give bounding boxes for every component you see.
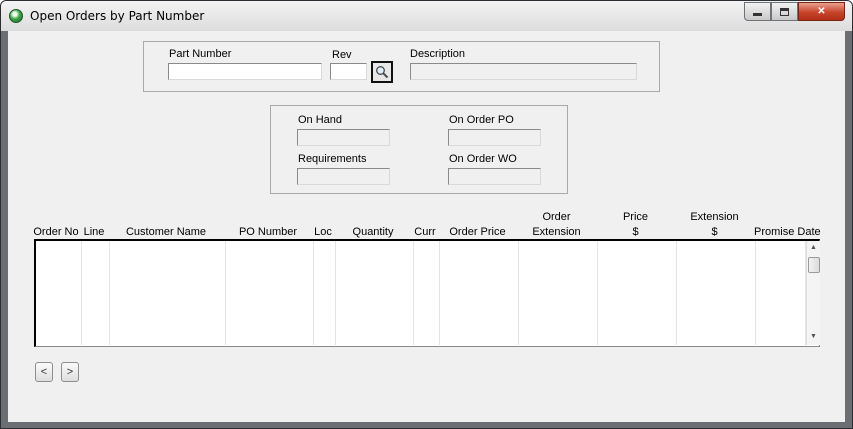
grid-column bbox=[336, 241, 414, 345]
description-field bbox=[410, 63, 637, 80]
close-button[interactable]: ✕ bbox=[798, 2, 845, 21]
requirements-field bbox=[297, 168, 390, 185]
grid-column bbox=[36, 241, 82, 345]
grid-column bbox=[314, 241, 336, 345]
part-number-input[interactable] bbox=[168, 63, 322, 80]
column-header[interactable]: Customer Name bbox=[108, 225, 224, 240]
maximize-button[interactable] bbox=[771, 2, 798, 21]
maximize-icon bbox=[780, 7, 789, 16]
description-label: Description bbox=[410, 48, 466, 60]
column-header[interactable]: Extension $ bbox=[675, 210, 754, 240]
title-bar[interactable]: Open Orders by Part Number ✕ bbox=[1, 1, 852, 31]
on-order-po-label: On Order PO bbox=[449, 114, 514, 126]
grid-column bbox=[677, 241, 756, 345]
scrollbar-thumb[interactable] bbox=[808, 257, 820, 273]
part-search-button[interactable] bbox=[371, 61, 393, 83]
stock-group: On Hand On Order PO Requirements On Orde… bbox=[270, 105, 568, 194]
column-header[interactable]: Loc bbox=[312, 225, 334, 240]
minimize-button[interactable] bbox=[744, 2, 771, 21]
previous-page-button[interactable]: < bbox=[35, 362, 53, 382]
orders-table[interactable]: ▲ ▼ bbox=[34, 239, 820, 347]
vertical-scrollbar[interactable]: ▲ ▼ bbox=[806, 241, 820, 345]
grid-column bbox=[82, 241, 110, 345]
column-header[interactable]: Price $ bbox=[596, 210, 675, 240]
column-header[interactable]: Order Extension bbox=[517, 210, 596, 240]
minimize-icon bbox=[753, 13, 762, 16]
next-page-button[interactable]: > bbox=[61, 362, 79, 382]
rev-label: Rev bbox=[332, 49, 352, 61]
grid-column bbox=[226, 241, 314, 345]
on-hand-field bbox=[297, 129, 390, 146]
globe-icon[interactable] bbox=[9, 9, 23, 23]
on-hand-label: On Hand bbox=[298, 114, 343, 126]
grid-column bbox=[519, 241, 598, 345]
column-header[interactable]: Curr bbox=[412, 225, 438, 240]
app-window: Open Orders by Part Number ✕ Part Number… bbox=[0, 0, 853, 429]
scroll-up-icon[interactable]: ▲ bbox=[810, 244, 817, 251]
part-number-label: Part Number bbox=[169, 48, 232, 60]
close-icon: ✕ bbox=[817, 6, 826, 17]
column-header[interactable]: Order Price bbox=[438, 225, 517, 240]
column-header[interactable]: PO Number bbox=[224, 225, 312, 240]
grid-column bbox=[110, 241, 226, 345]
window-title: Open Orders by Part Number bbox=[30, 9, 205, 23]
rev-input[interactable] bbox=[330, 63, 367, 80]
grid-column bbox=[440, 241, 519, 345]
grid-column bbox=[598, 241, 677, 345]
requirements-label: Requirements bbox=[298, 153, 367, 165]
magnifier-icon bbox=[376, 66, 389, 79]
grid-column bbox=[756, 241, 806, 345]
window-client-area: Part Number Rev Description On Hand On O… bbox=[8, 31, 845, 422]
column-header[interactable]: Quantity bbox=[334, 225, 412, 240]
part-group: Part Number Rev Description bbox=[143, 41, 660, 92]
on-order-po-field bbox=[448, 129, 541, 146]
column-header[interactable]: Promise Date bbox=[754, 225, 821, 240]
on-order-wo-label: On Order WO bbox=[449, 153, 517, 165]
scroll-down-icon[interactable]: ▼ bbox=[810, 333, 817, 340]
column-header[interactable]: Line bbox=[80, 225, 108, 240]
column-header[interactable]: Order No bbox=[32, 225, 80, 240]
on-order-wo-field bbox=[448, 168, 541, 185]
grid-column bbox=[414, 241, 440, 345]
